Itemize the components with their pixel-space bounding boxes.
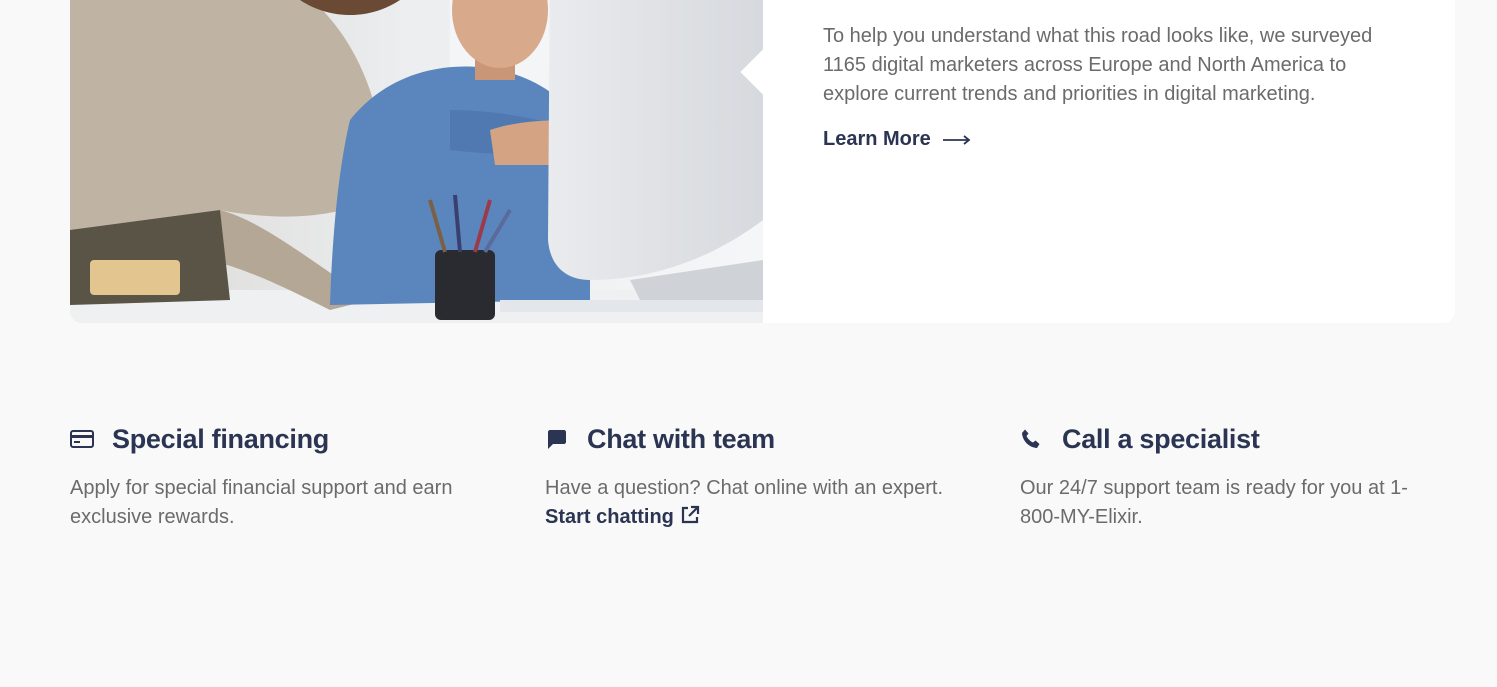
learn-more-link[interactable]: Learn More	[823, 128, 971, 151]
feature-description: Apply for special financial support and …	[70, 477, 453, 528]
feature-call-a-specialist: Call a specialist Our 24/7 support team …	[1020, 420, 1420, 532]
feature-title: Chat with team	[587, 423, 775, 454]
long-arrow-right-icon	[942, 134, 971, 145]
learn-more-label: Learn More	[823, 128, 931, 150]
feature-description: Our 24/7 support team is ready for you a…	[1020, 477, 1408, 528]
card-description: To help you understand what this road lo…	[823, 25, 1373, 105]
start-chatting-label: Start chatting	[545, 506, 674, 528]
feature-chat-with-team: Chat with team Have a question? Chat onl…	[545, 420, 945, 532]
feature-title: Special financing	[112, 423, 329, 454]
external-link-icon	[681, 505, 700, 524]
phone-icon	[1020, 427, 1044, 451]
chat-bubble-icon	[545, 427, 569, 451]
feature-description: Have a question? Chat online with an exp…	[545, 477, 944, 499]
start-chatting-link[interactable]: Start chatting	[545, 505, 700, 528]
feature-description-wrapper: Have a question? Chat online with an exp…	[545, 474, 945, 532]
office-photo	[70, 0, 763, 323]
card-content: To help you understand what this road lo…	[823, 22, 1383, 151]
article-card: To help you understand what this road lo…	[70, 0, 1455, 323]
credit-card-icon	[70, 427, 94, 451]
feature-title: Call a specialist	[1062, 423, 1260, 454]
feature-special-financing: Special financing Apply for special fina…	[70, 420, 470, 532]
